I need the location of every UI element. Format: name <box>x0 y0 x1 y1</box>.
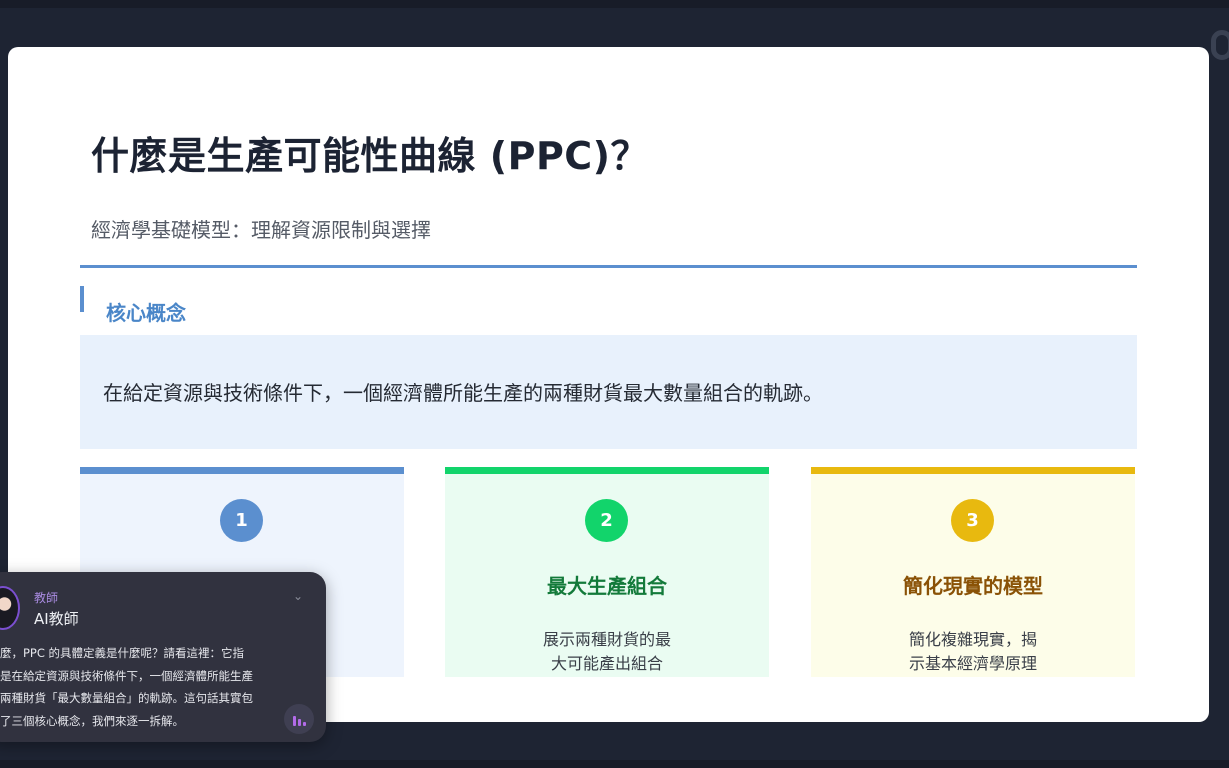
card-number-badge: 3 <box>951 499 994 542</box>
chevron-down-icon[interactable]: ⌄ <box>293 589 303 603</box>
concept-card-2: 2 最大生產組合 展示兩種財貨的最 大可能產出組合 <box>445 467 769 677</box>
card-title: 簡化現實的模型 <box>903 574 1043 598</box>
card-title: 最大生產組合 <box>547 574 667 598</box>
chat-line: 是在給定資源與技術條件下，一個經濟體所能生產 <box>0 668 253 683</box>
card-desc-line: 展示兩種財貨的最 <box>542 630 671 649</box>
top-bar <box>0 0 1229 8</box>
bottom-bar <box>0 760 1229 768</box>
chat-line: 兩種財貨「最大數量組合」的軌跡。這句話其實包 <box>0 691 253 705</box>
concept-card-3: 3 簡化現實的模型 簡化複雜現實，揭 示基本經濟學原理 <box>811 467 1135 677</box>
role-tag: 教師 <box>34 591 59 605</box>
ai-teacher-panel: 教師 AI教師 ⌄ 麼，PPC 的具體定義是什麼呢？請看這裡：它指 是在給定資源… <box>0 572 326 742</box>
card-desc-line: 簡化複雜現實，揭 <box>908 630 1037 649</box>
slide-title: 什麼是生產可能性曲線 (PPC)？ <box>91 134 650 178</box>
definition-box: 在給定資源與技術條件下，一個經濟體所能生產的兩種財貨最大數量組合的軌跡。 <box>80 335 1137 449</box>
card-desc-line: 示基本經濟學原理 <box>908 654 1037 673</box>
chat-message: 麼，PPC 的具體定義是什麼呢？請看這裡：它指 是在給定資源與技術條件下，一個經… <box>0 642 282 732</box>
card-number-badge: 1 <box>220 499 263 542</box>
card-description: 展示兩種財貨的最 大可能產出組合 <box>445 628 769 676</box>
section-accent-bar <box>80 286 84 312</box>
edge-icon <box>1211 30 1229 60</box>
card-description: 簡化複雜現實，揭 示基本經濟學原理 <box>811 628 1135 676</box>
card-number-badge: 2 <box>585 499 628 542</box>
title-divider <box>80 265 1137 268</box>
slide-subtitle: 經濟學基礎模型：理解資源限制與選擇 <box>91 218 431 242</box>
section-label: 核心概念 <box>106 301 186 325</box>
card-desc-line: 大可能產出組合 <box>550 654 663 673</box>
avatar <box>0 586 20 630</box>
audio-wave-icon[interactable] <box>284 704 314 734</box>
definition-text: 在給定資源與技術條件下，一個經濟體所能生產的兩種財貨最大數量組合的軌跡。 <box>103 381 823 405</box>
chat-line: 了三個核心概念，我們來逐一拆解。 <box>0 713 184 728</box>
chat-line: 麼，PPC 的具體定義是什麼呢？請看這裡：它指 <box>0 646 245 660</box>
teacher-name: AI教師 <box>34 610 79 628</box>
